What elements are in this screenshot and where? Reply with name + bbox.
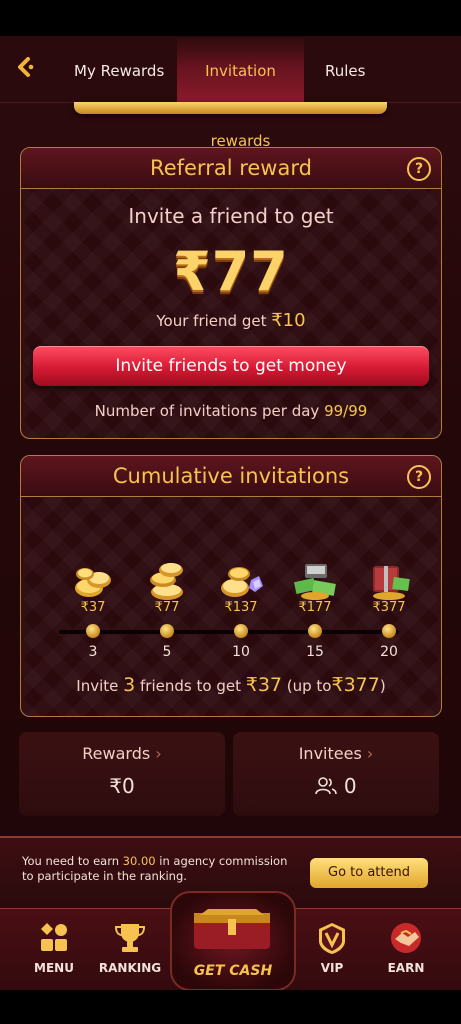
help-icon[interactable]: ? — [407, 157, 431, 181]
milestone-dot — [382, 624, 396, 638]
summary-prefix: Invite — [76, 677, 119, 695]
milestone-dot — [86, 624, 100, 638]
ranking-text-before: You need to earn — [22, 854, 120, 868]
daily-limit-text: Number of invitations per day 99/99 — [21, 402, 441, 420]
summary-upto-amount: ₹377 — [331, 674, 380, 696]
summary-amount: ₹37 — [245, 674, 282, 696]
milestone-1: ₹37 — [61, 558, 125, 615]
milestone-reward: ₹177 — [298, 600, 332, 615]
chevron-right-icon: › — [155, 744, 162, 763]
system-bar-area — [0, 990, 461, 1024]
back-arrow-icon[interactable] — [14, 56, 44, 82]
milestone-count: 10 — [232, 644, 250, 660]
menu-icon — [41, 923, 67, 951]
milestone-reward: ₹137 — [224, 600, 258, 615]
nav-earn-label: EARN — [387, 961, 425, 975]
milestone-count: 20 — [380, 644, 398, 660]
rewards-stat-card[interactable]: Rewards › ₹0 — [19, 732, 225, 816]
milestone-reward: ₹37 — [80, 600, 106, 615]
milestone-reward: ₹377 — [372, 600, 406, 615]
cumulative-invitations-card: Cumulative invitations ? ₹37 ₹77 ₹137 ₹1… — [20, 455, 442, 717]
friend-amount: ₹10 — [271, 310, 306, 331]
summary-mid: friends to get — [140, 677, 241, 695]
friend-reward-text: Your friend get ₹10 — [21, 310, 441, 331]
milestone-reward: ₹77 — [154, 600, 180, 615]
get-cash-label: GET CASH — [193, 963, 273, 979]
milestone-count: 5 — [162, 644, 172, 660]
nav-vip[interactable]: VIP — [292, 909, 372, 990]
rewards-label: Rewards › — [19, 744, 225, 763]
handshake-icon — [391, 923, 421, 953]
referral-title-text: Referral reward — [150, 156, 312, 180]
limit-value: 99/99 — [324, 402, 368, 420]
invitees-count: 0 — [343, 774, 357, 798]
milestone-count: 3 — [88, 644, 98, 660]
milestone-dot — [308, 624, 322, 638]
nav-ranking-label: RANKING — [98, 961, 162, 975]
invite-friends-button[interactable]: Invite friends to get money — [33, 346, 429, 386]
cumulative-summary-text: Invite 3 friends to get ₹37 (up to₹377) — [21, 674, 441, 696]
rewards-value: ₹0 — [109, 774, 135, 798]
ranking-notice-text: You need to earn 30.00 in agency commiss… — [22, 854, 292, 884]
nav-earn[interactable]: EARN — [366, 909, 446, 990]
milestone-3: ₹137 — [209, 558, 273, 615]
cumulative-card-title: Cumulative invitations ? — [21, 456, 441, 497]
milestone-5: ₹377 — [357, 558, 421, 615]
treasure-chest-icon — [373, 566, 410, 600]
tab-invitation-rewards[interactable]: Invitation rewards — [177, 36, 304, 150]
help-icon[interactable]: ? — [407, 465, 431, 489]
tab-my-rewards[interactable]: My Rewards — [74, 36, 164, 102]
ranking-amount: 30.00 — [122, 854, 156, 868]
milestone-2: ₹77 — [135, 558, 199, 615]
referral-reward-card: Referral reward ? Invite a friend to get… — [20, 147, 442, 439]
limit-label: Number of invitations per day — [94, 402, 320, 420]
milestone-count: 15 — [306, 644, 324, 660]
bottom-navigation: MENU RANKING GET CASH VIP EARN — [0, 891, 461, 990]
milestone-dot — [234, 624, 248, 638]
invite-text: Invite a friend to get — [128, 204, 334, 228]
milestone-4: ₹177 — [283, 558, 347, 615]
summary-upto-prefix: (up to — [286, 677, 332, 695]
cash-pile-icon — [293, 564, 336, 600]
referral-amount: ₹77 — [173, 240, 289, 303]
header-gold-strip — [74, 102, 387, 114]
friend-text-label: Your friend get — [156, 312, 267, 330]
invitees-label-text: Invitees — [298, 744, 362, 763]
invitees-value: 0 — [233, 774, 439, 798]
nav-ranking[interactable]: RANKING — [90, 909, 170, 990]
cumulative-title-text: Cumulative invitations — [112, 464, 350, 488]
referral-card-title: Referral reward ? — [21, 148, 441, 189]
nav-get-cash[interactable]: GET CASH — [170, 891, 296, 990]
tab-rules[interactable]: Rules — [325, 36, 365, 102]
invitation-page: My Rewards Invitation rewards Rules Refe… — [0, 36, 461, 990]
trophy-icon — [114, 924, 146, 952]
gold-coins-stack-icon — [150, 563, 183, 600]
progress-track — [59, 630, 399, 634]
coins-gems-icon — [221, 567, 263, 597]
chevron-right-icon: › — [366, 744, 374, 763]
users-icon — [315, 777, 338, 795]
nav-menu[interactable]: MENU — [14, 909, 94, 990]
summary-close: ) — [379, 677, 386, 695]
rewards-label-text: Rewards — [82, 744, 151, 763]
cash-chest-icon — [194, 909, 270, 949]
go-to-attend-button[interactable]: Go to attend — [310, 858, 428, 888]
invitees-stat-card[interactable]: Invitees › 0 — [233, 732, 439, 816]
top-header: My Rewards Invitation rewards Rules — [0, 36, 461, 150]
summary-count: 3 — [123, 674, 136, 696]
vip-badge-icon — [319, 923, 345, 954]
nav-menu-label: MENU — [34, 961, 74, 975]
invitees-label: Invitees › — [233, 744, 439, 763]
gold-coins-icon — [75, 568, 111, 597]
milestone-dot — [160, 624, 174, 638]
nav-vip-label: VIP — [320, 961, 344, 975]
